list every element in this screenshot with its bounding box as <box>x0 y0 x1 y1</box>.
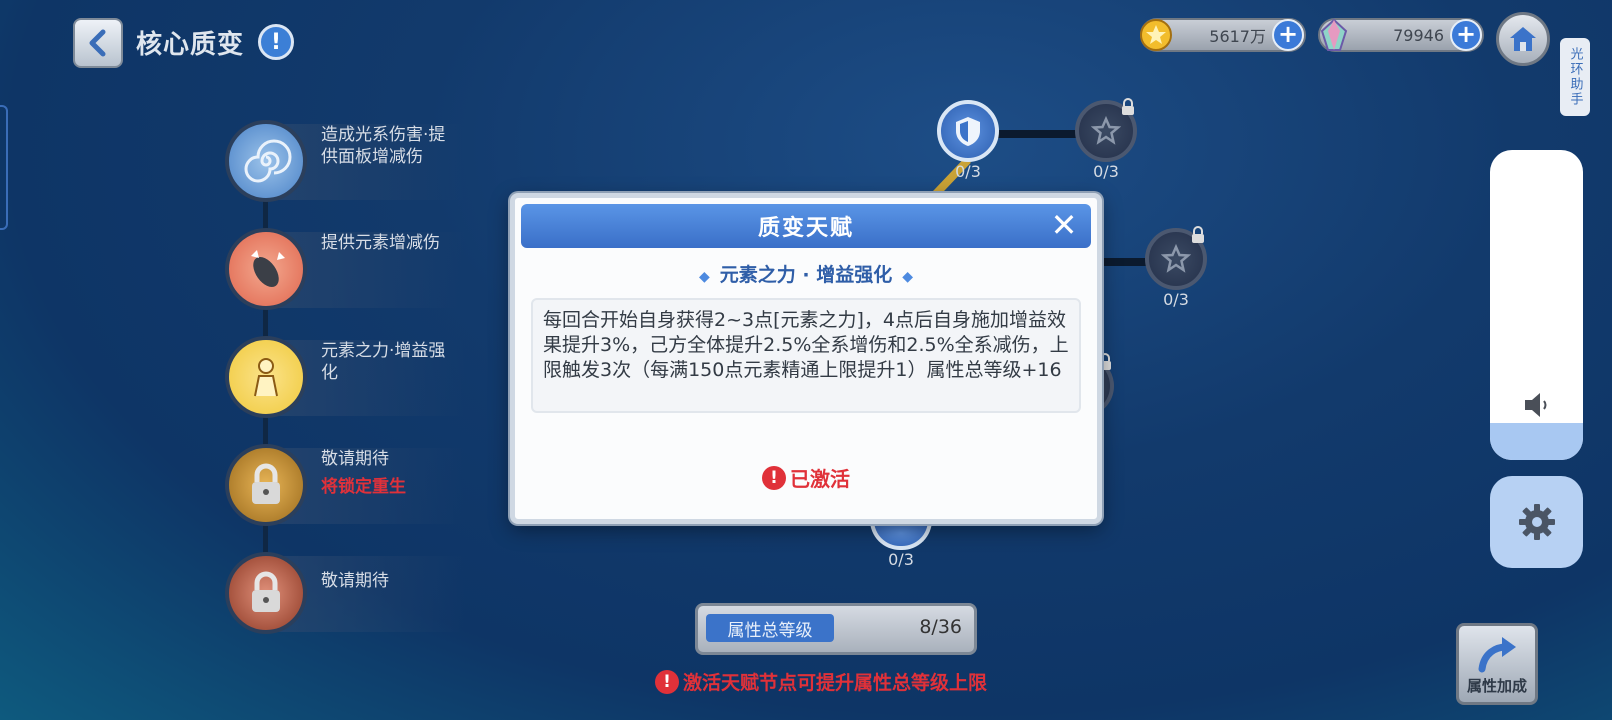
page-title: 核心质变 <box>136 30 245 60</box>
talent-modal: 质变天赋 ✕ ◆ 元素之力 · 增益强化 ◆ 每回合开始自身获得2~3点[元素之力]… <box>510 193 1102 524</box>
activation-status: 已激活 <box>790 467 850 491</box>
gold-currency: 5617万 + <box>1140 18 1306 52</box>
talent-item-light[interactable]: 造成光系伤害·提供面板增减伤 <box>225 110 465 206</box>
star-node <box>1075 98 1137 162</box>
attribute-level-label: 属性总等级 <box>706 614 834 642</box>
back-button[interactable] <box>73 18 123 68</box>
chevron-left-icon <box>89 29 106 57</box>
tree-node[interactable]: 0/3 <box>1145 226 1211 309</box>
home-button[interactable] <box>1496 12 1550 66</box>
talent-label: 造成光系伤害·提供面板增减伤 <box>321 125 446 167</box>
talent-item-element[interactable]: 提供元素增减伤 <box>225 218 465 314</box>
tree-node[interactable]: 0/3 <box>1075 98 1141 181</box>
modal-description: 每回合开始自身获得2~3点[元素之力]，4点后自身施加增益效果提升3%，己方全体… <box>531 298 1081 413</box>
node-progress: 0/3 <box>1163 290 1189 309</box>
assistant-tab[interactable]: 光环助手 <box>1560 38 1590 116</box>
attribute-level-value: 8/36 <box>919 616 962 638</box>
volume-level-fill <box>1490 422 1583 460</box>
gear-icon <box>1518 504 1555 540</box>
shield-node <box>870 520 932 550</box>
star-node <box>1145 226 1207 290</box>
settings-button[interactable] <box>1490 476 1583 568</box>
modal-subtitle-row: ◆ 元素之力 · 增益强化 ◆ <box>515 260 1097 287</box>
shield-icon <box>956 117 980 146</box>
talent-sub-label: 将锁定重生 <box>321 477 406 497</box>
node-progress: 0/3 <box>888 550 914 569</box>
speaker-icon <box>1525 393 1547 417</box>
talent-label: 敬请期待 <box>321 449 389 469</box>
talent-item-buff[interactable]: 元素之力·增益强化 <box>225 326 465 422</box>
modal-title: 质变天赋 <box>757 216 854 241</box>
add-crystal-button[interactable]: + <box>1450 19 1482 51</box>
attribute-bonus-label: 属性加成 <box>1466 677 1527 695</box>
modal-header: 质变天赋 ✕ <box>521 204 1091 248</box>
star-icon <box>1161 244 1191 273</box>
node-progress: 0/3 <box>955 162 981 181</box>
gold-coin-icon <box>1140 19 1172 51</box>
volume-slider[interactable] <box>1490 150 1583 460</box>
attribute-bonus-button[interactable]: 属性加成 <box>1456 623 1538 705</box>
node-progress: 0/3 <box>1093 162 1119 181</box>
talent-label: 元素之力·增益强化 <box>321 341 446 383</box>
hint-text: 激活天赋节点可提升属性总等级上限 <box>683 672 988 694</box>
close-icon[interactable]: ✕ <box>1049 209 1081 242</box>
bottom-hint: ! 激活天赋节点可提升属性总等级上限 <box>655 668 987 695</box>
shield-node <box>937 100 999 162</box>
crystal-icon <box>1320 18 1348 51</box>
home-icon <box>1510 27 1536 51</box>
star-icon <box>1091 116 1121 145</box>
alert-icon: ! <box>655 669 679 694</box>
modal-subtitle: 元素之力 · 增益强化 <box>719 264 893 286</box>
crystal-currency: 79946 + <box>1318 18 1484 52</box>
lock-icon <box>1192 226 1204 243</box>
gold-amount: 5617万 <box>1209 27 1266 46</box>
diamond-icon: ◆ <box>698 269 710 285</box>
alert-icon: ! <box>762 465 786 490</box>
tree-node[interactable]: 0/3 <box>870 520 936 569</box>
tree-node[interactable]: 0/3 <box>937 100 1003 181</box>
light-spiral-icon <box>225 120 307 202</box>
rocket-icon <box>225 228 307 310</box>
left-edge-tab[interactable] <box>0 105 8 230</box>
locked-burst-icon <box>225 552 307 634</box>
modal-status-row: ! 已激活 <box>515 463 1097 492</box>
arrow-up-icon <box>1478 637 1516 673</box>
talent-item-locked-1[interactable]: 敬请期待 将锁定重生 <box>225 434 465 530</box>
info-icon[interactable]: ! <box>258 24 294 60</box>
crystal-amount: 79946 <box>1393 25 1444 45</box>
attribute-level-box: 属性总等级 8/36 <box>695 603 977 655</box>
talent-item-locked-2[interactable]: 敬请期待 <box>225 542 465 638</box>
locked-hex-icon <box>225 444 307 526</box>
talent-label: 敬请期待 <box>321 571 389 591</box>
diamond-icon: ◆ <box>902 269 913 285</box>
lock-icon <box>1122 98 1134 115</box>
buff-figure-icon <box>225 336 307 418</box>
talent-label: 提供元素增减伤 <box>321 233 440 253</box>
add-gold-button[interactable]: + <box>1272 19 1304 51</box>
